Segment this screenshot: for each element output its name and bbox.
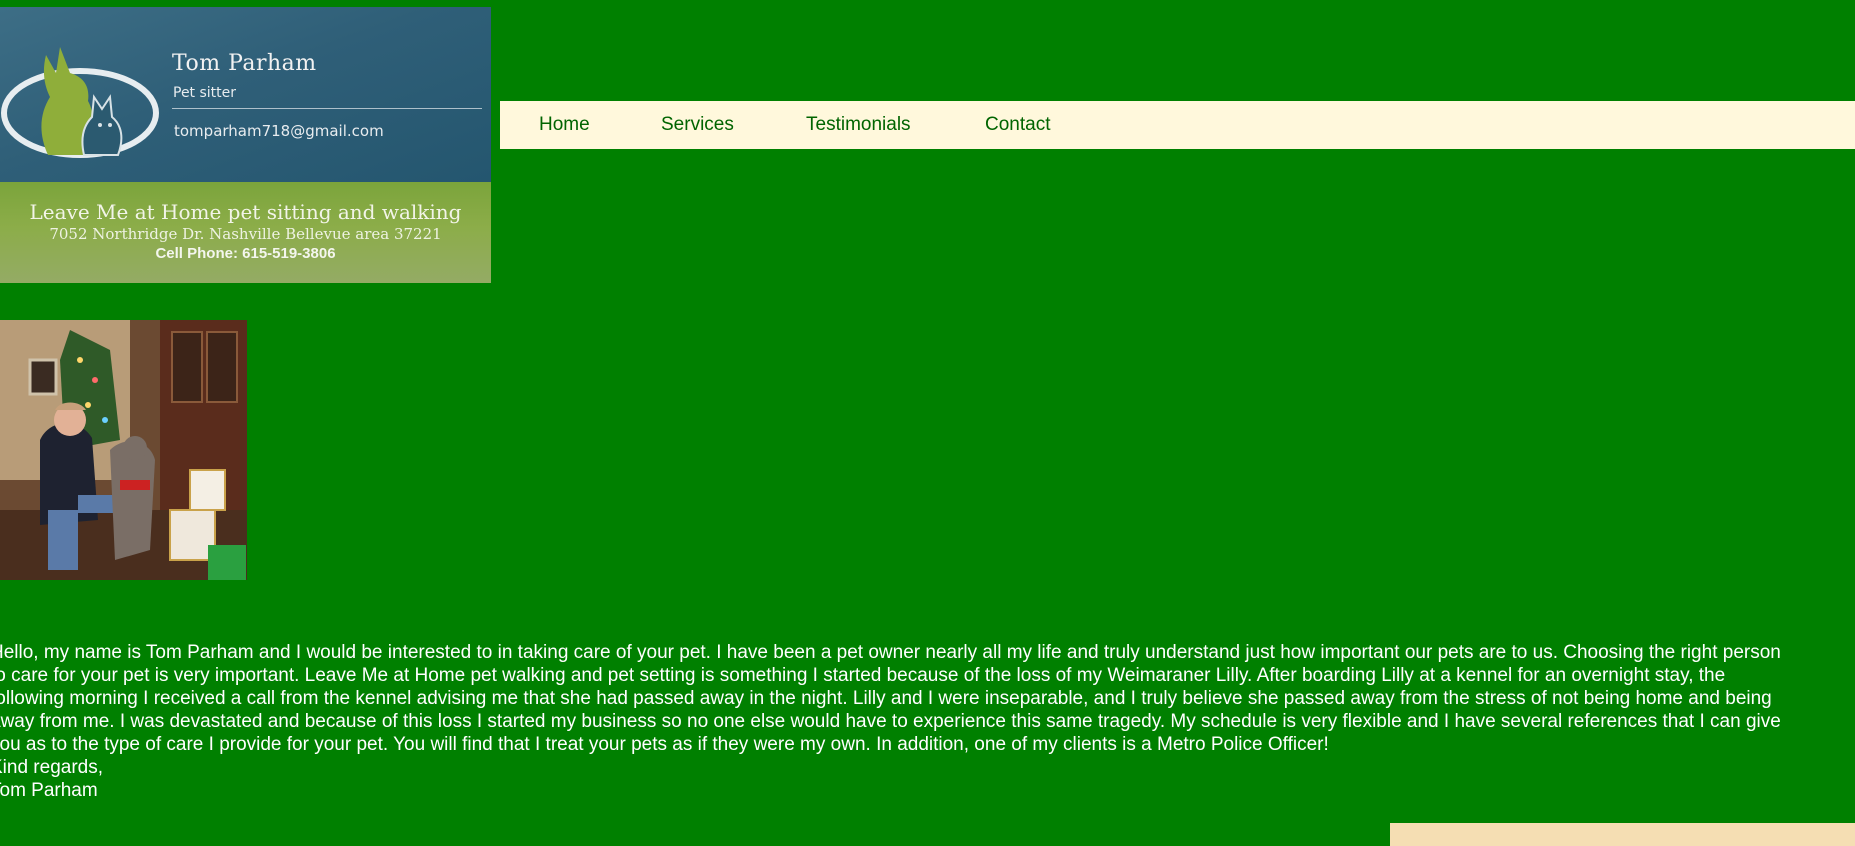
intro-signature: Tom Parham <box>0 780 98 801</box>
card-email: tomparham718@gmail.com <box>174 122 384 140</box>
business-card-image: Tom Parham Pet sitter tomparham718@gmail… <box>0 7 491 283</box>
card-name: Tom Parham <box>172 51 317 76</box>
owner-with-dog-photo <box>0 320 247 580</box>
main-navigation: Home Services Testimonials Contact <box>500 101 1855 149</box>
card-phone: Cell Phone: 615-519-3806 <box>155 245 336 262</box>
nav-contact-link[interactable]: Contact <box>985 101 1050 149</box>
intro-line: you as to the type of care I provide for… <box>0 734 1329 755</box>
intro-line: Hello, my name is Tom Parham and I would… <box>0 642 1781 663</box>
nav-home-link[interactable]: Home <box>539 101 590 149</box>
intro-line: to care for your pet is very important. … <box>0 665 1726 686</box>
intro-text: Hello, my name is Tom Parham and I would… <box>0 641 1855 802</box>
card-tagline: Leave Me at Home pet sitting and walking <box>29 200 462 224</box>
nav-services-link[interactable]: Services <box>661 101 734 149</box>
card-divider <box>172 108 482 109</box>
dog-cat-logo-icon <box>1 47 159 158</box>
intro-closing: Kind regards, <box>0 757 104 778</box>
card-address: 7052 Northridge Dr. Nashville Bellevue a… <box>49 225 442 243</box>
intro-line: away from me. I was devastated and becau… <box>0 711 1781 732</box>
intro-line: following morning I received a call from… <box>0 688 1772 709</box>
card-role: Pet sitter <box>173 85 237 101</box>
photo-scene <box>0 320 247 580</box>
nav-testimonials-link[interactable]: Testimonials <box>806 101 911 149</box>
footer-box <box>1390 823 1855 846</box>
